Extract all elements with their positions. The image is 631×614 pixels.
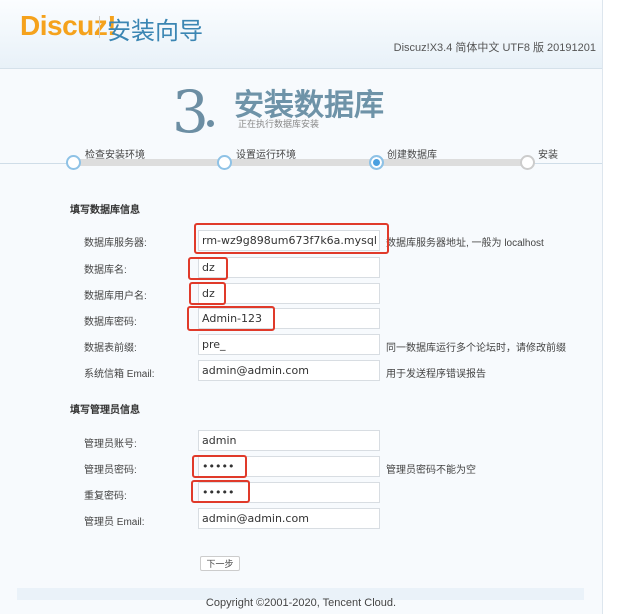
field-hint: 管理员密码不能为空: [386, 465, 476, 476]
step-label: 检查安装环境: [85, 150, 145, 161]
step-node-3-current: [369, 155, 384, 170]
db-section-title: 填写数据库信息: [70, 205, 140, 216]
db-user-input[interactable]: [198, 283, 380, 304]
field-hint: 用于发送程序错误报告: [386, 369, 486, 380]
copyright: Copyright ©2001-2020, Tencent Cloud.: [205, 597, 397, 609]
header: Discuz! 安装向导 Discuz!X3.4 简体中文 UTF8 版 201…: [0, 0, 602, 69]
divider: [99, 16, 100, 38]
field-label: 数据库名:: [84, 265, 127, 276]
db-name-input[interactable]: [198, 257, 380, 278]
step-label: 创建数据库: [387, 150, 437, 161]
wizard-title: 安装向导: [107, 18, 203, 45]
admin-section-title: 填写管理员信息: [70, 405, 140, 416]
install-page: Discuz! 安装向导 Discuz!X3.4 简体中文 UTF8 版 201…: [0, 0, 603, 614]
admin-password-input[interactable]: [198, 456, 380, 477]
field-label: 数据库用户名:: [84, 291, 147, 302]
field-label: 管理员账号:: [84, 439, 137, 450]
field-label: 数据库密码:: [84, 317, 137, 328]
step-number-dot: [207, 120, 214, 127]
step-node-2: [217, 155, 232, 170]
admin-email-input[interactable]: [198, 508, 380, 529]
table-prefix-input[interactable]: [198, 334, 380, 355]
step-label: 设置运行环境: [236, 150, 296, 161]
admin-account-input[interactable]: [198, 430, 380, 451]
step-node-4: [520, 155, 535, 170]
field-label: 数据库服务器:: [84, 238, 147, 249]
version-info: Discuz!X3.4 简体中文 UTF8 版 20191201: [393, 42, 596, 54]
field-label: 系统信箱 Email:: [84, 369, 155, 380]
field-hint: 数据库服务器地址, 一般为 localhost: [386, 238, 544, 249]
db-password-input[interactable]: [198, 308, 380, 329]
next-step-button[interactable]: 下一步: [200, 556, 240, 571]
repeat-password-input[interactable]: [198, 482, 380, 503]
step-subtitle: 正在执行数据库安装: [238, 119, 320, 129]
field-label: 管理员 Email:: [84, 517, 145, 528]
step-label: 安装: [538, 150, 558, 161]
field-label: 数据表前缀:: [84, 343, 137, 354]
db-server-input[interactable]: [198, 230, 380, 251]
step-node-1: [66, 155, 81, 170]
discuz-logo: Discuz!: [20, 10, 117, 41]
field-hint: 同一数据库运行多个论坛时，请修改前缀: [386, 343, 566, 354]
step-number: 3: [172, 78, 209, 146]
field-label: 管理员密码:: [84, 465, 137, 476]
system-email-input[interactable]: [198, 360, 380, 381]
field-label: 重复密码:: [84, 491, 127, 502]
